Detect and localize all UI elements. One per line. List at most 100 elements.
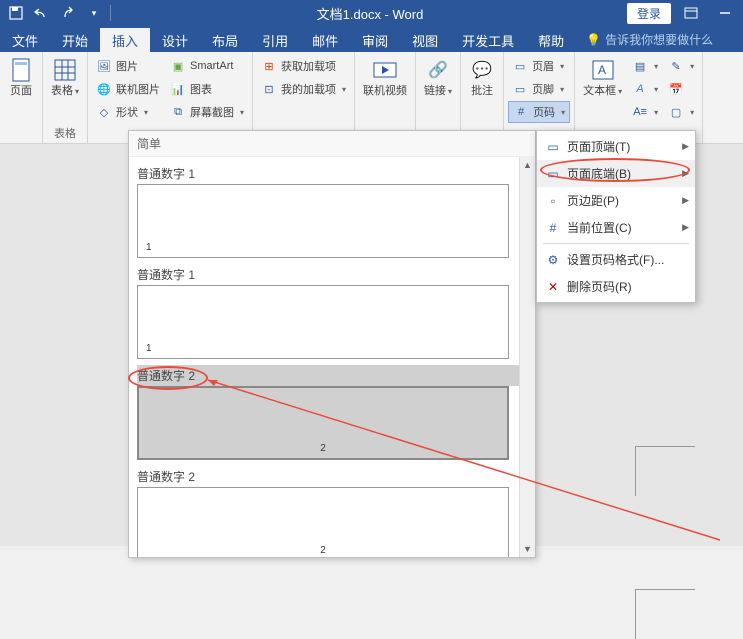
text-box-button[interactable]: A 文本框▾: [579, 55, 626, 141]
drop-cap-button[interactable]: A≡▾: [628, 101, 662, 123]
menu-page-margins[interactable]: ▫ 页边距(P) ▶: [537, 187, 695, 214]
menu-page-top[interactable]: ▭页面顶端(T)▶: [537, 133, 695, 160]
table-label: 表格▾: [51, 85, 79, 98]
menu-remove-page-numbers[interactable]: ✕删除页码(R): [537, 273, 695, 300]
page-number-button[interactable]: #页码▾: [508, 101, 570, 123]
save-button[interactable]: [6, 3, 26, 23]
shapes-button[interactable]: ◇形状▾: [92, 101, 164, 123]
wordart-icon: A: [632, 81, 648, 97]
pictures-label: 图片: [116, 58, 138, 74]
group-label-tables: 表格: [47, 125, 83, 142]
tab-home[interactable]: 开始: [50, 28, 100, 52]
online-pictures-button[interactable]: 🌐联机图片: [92, 78, 164, 100]
page-bottom-icon: ▭: [545, 166, 561, 182]
comment-label: 批注: [471, 85, 493, 97]
comment-icon: 💬: [469, 57, 495, 83]
tell-me-label: 告诉我你想要做什么: [605, 31, 713, 48]
header-label: 页眉: [532, 58, 554, 74]
online-video-button[interactable]: 联机视频: [359, 55, 411, 141]
gallery-preview: 1: [137, 184, 509, 258]
scroll-down-icon[interactable]: ▼: [520, 541, 535, 557]
tell-me-search[interactable]: 💡 告诉我你想要做什么: [576, 27, 723, 52]
ribbon-options-button[interactable]: [677, 3, 705, 23]
menu-format-page-numbers[interactable]: ⚙设置页码格式(F)...: [537, 246, 695, 273]
menu-label: 页边距(P): [567, 192, 619, 209]
shapes-icon: ◇: [96, 104, 112, 120]
scroll-up-icon[interactable]: ▲: [520, 157, 535, 173]
menu-page-bottom[interactable]: ▭页面底端(B)▶: [537, 160, 695, 187]
screenshot-button[interactable]: ⧉屏幕截图▾: [166, 101, 248, 123]
remove-icon: ✕: [545, 279, 561, 295]
date-time-button[interactable]: 📅: [664, 78, 698, 100]
minimize-button[interactable]: [711, 3, 739, 23]
position-icon: #: [545, 220, 561, 236]
tab-file[interactable]: 文件: [0, 28, 50, 52]
login-button[interactable]: 登录: [627, 3, 671, 24]
addins-icon: ⊡: [261, 81, 277, 97]
cover-page-label: 页面: [10, 85, 32, 97]
menu-current-position[interactable]: # 当前位置(C) ▶: [537, 214, 695, 241]
get-addins-button[interactable]: ⊞获取加载项: [257, 55, 350, 77]
gallery-item-label: 普通数字 1: [137, 264, 527, 285]
tab-references[interactable]: 引用: [250, 28, 300, 52]
menu-label: 页面顶端(T): [567, 138, 630, 155]
tab-design[interactable]: 设计: [150, 28, 200, 52]
picture-icon: 🖼: [96, 58, 112, 74]
footer-button[interactable]: ▭页脚▾: [508, 78, 570, 100]
pictures-button[interactable]: 🖼图片: [92, 55, 164, 77]
smartart-button[interactable]: ▣SmartArt: [166, 55, 248, 77]
get-addins-label: 获取加载项: [281, 58, 336, 74]
tab-developer[interactable]: 开发工具: [450, 28, 526, 52]
page-number-sample: 1: [146, 242, 152, 253]
undo-button[interactable]: [32, 3, 52, 23]
date-icon: 📅: [668, 81, 684, 97]
my-addins-button[interactable]: ⊡我的加载项▾: [257, 78, 350, 100]
online-pictures-label: 联机图片: [116, 81, 160, 97]
submenu-arrow-icon: ▶: [682, 222, 689, 233]
wordart-button[interactable]: A▾: [628, 78, 662, 100]
gallery-scrollbar[interactable]: ▲ ▼: [519, 157, 535, 557]
text-box-label: 文本框▾: [583, 85, 622, 98]
gallery-item-label: 普通数字 2: [137, 466, 527, 487]
comment-button[interactable]: 💬 批注: [465, 55, 499, 141]
gallery-header: 简单: [129, 131, 535, 157]
tab-view[interactable]: 视图: [400, 28, 450, 52]
page-number-gallery: 简单 普通数字 1 1 普通数字 1 1 普通数字 2 2 普通数字 2 2 ▲…: [128, 130, 536, 558]
tab-layout[interactable]: 布局: [200, 28, 250, 52]
cover-page-button[interactable]: 页面: [4, 55, 38, 141]
shapes-label: 形状: [116, 104, 138, 120]
tab-review[interactable]: 审阅: [350, 28, 400, 52]
ribbon-tabs: 文件 开始 插入 设计 布局 引用 邮件 审阅 视图 开发工具 帮助 💡 告诉我…: [0, 26, 743, 52]
dropcap-icon: A≡: [632, 104, 648, 120]
object-button[interactable]: ▢▾: [664, 101, 698, 123]
gallery-body: 普通数字 1 1 普通数字 1 1 普通数字 2 2 普通数字 2 2 ▲ ▼: [129, 157, 535, 557]
tab-mailings[interactable]: 邮件: [300, 28, 350, 52]
qat-customize-icon[interactable]: ▾: [84, 3, 104, 23]
gallery-item[interactable]: 普通数字 1 1: [129, 258, 535, 359]
title-bar: ▾ 文档1.docx - Word 登录: [0, 0, 743, 26]
tab-help[interactable]: 帮助: [526, 28, 576, 52]
margins-icon: ▫: [545, 193, 561, 209]
gallery-item-selected[interactable]: 普通数字 2 2: [129, 359, 535, 460]
menu-label: 当前位置(C): [567, 219, 632, 236]
gallery-item-label: 普通数字 1: [137, 163, 527, 184]
gallery-item-label: 普通数字 2: [137, 365, 527, 386]
submenu-arrow-icon: ▶: [682, 195, 689, 206]
links-button[interactable]: 🔗 链接▾: [420, 55, 456, 141]
video-icon: [372, 57, 398, 83]
gallery-item[interactable]: 普通数字 1 1: [129, 157, 535, 258]
table-button[interactable]: 表格▾: [47, 55, 83, 125]
chart-button[interactable]: 📊图表: [166, 78, 248, 100]
quick-parts-button[interactable]: ▤▾: [628, 55, 662, 77]
gallery-item[interactable]: 普通数字 2 2: [129, 460, 535, 557]
tab-insert[interactable]: 插入: [100, 28, 150, 52]
redo-button[interactable]: [58, 3, 78, 23]
header-icon: ▭: [512, 58, 528, 74]
online-picture-icon: 🌐: [96, 81, 112, 97]
menu-separator: [543, 243, 689, 244]
header-button[interactable]: ▭页眉▾: [508, 55, 570, 77]
gallery-preview: 2: [137, 487, 509, 557]
submenu-arrow-icon: ▶: [682, 141, 689, 152]
signature-button[interactable]: ✎▾: [664, 55, 698, 77]
page-number-menu: ▭ 页面顶端(T) ▶ ▭页面底端(B)▶ ▫ 页边距(P) ▶ # 当前位置(C) ▶ ⚙…: [536, 130, 696, 303]
